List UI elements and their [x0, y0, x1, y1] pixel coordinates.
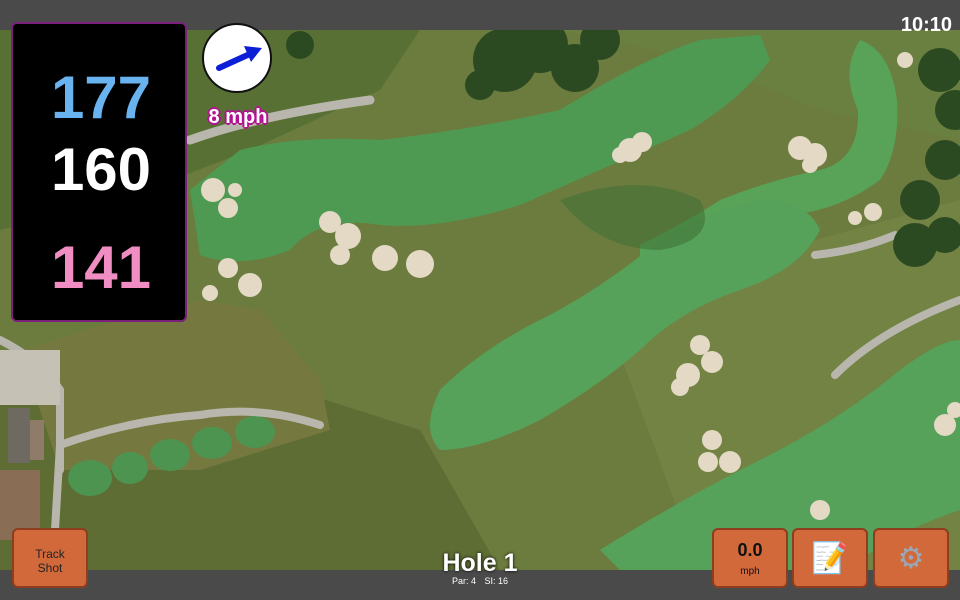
hole-info: Par: 4 SI: 16 — [380, 576, 580, 586]
speed-value: 0.0 — [737, 540, 763, 560]
wind-speed-label: 8 mph — [208, 106, 268, 128]
arrow-right-up-icon — [216, 46, 262, 71]
back-distance: 177 — [50, 64, 152, 131]
gear-icon: ⚙ — [897, 542, 925, 575]
track-shot-label-line2: Shot — [37, 561, 63, 575]
wind-indicator[interactable] — [202, 23, 272, 93]
notepad-icon: 📝 — [811, 542, 849, 575]
middle-distance: 160 — [50, 136, 152, 203]
speed-unit: mph — [740, 566, 760, 577]
track-shot-label-line1: Track — [35, 547, 65, 561]
settings-button[interactable]: ⚙ — [873, 528, 949, 588]
clock-time: 10:10 — [900, 14, 952, 36]
par-label: Par: 4 — [451, 576, 476, 586]
notes-button[interactable]: 📝 — [792, 528, 868, 588]
speed-button[interactable]: 0.0 mph — [712, 528, 788, 588]
front-distance: 141 — [50, 234, 152, 301]
stroke-index-label: SI: 16 — [484, 576, 509, 586]
distance-panel: 177 160 141 — [11, 22, 187, 322]
track-shot-button[interactable]: Track Shot — [12, 528, 88, 588]
hole-title: Hole 1 — [442, 549, 518, 577]
